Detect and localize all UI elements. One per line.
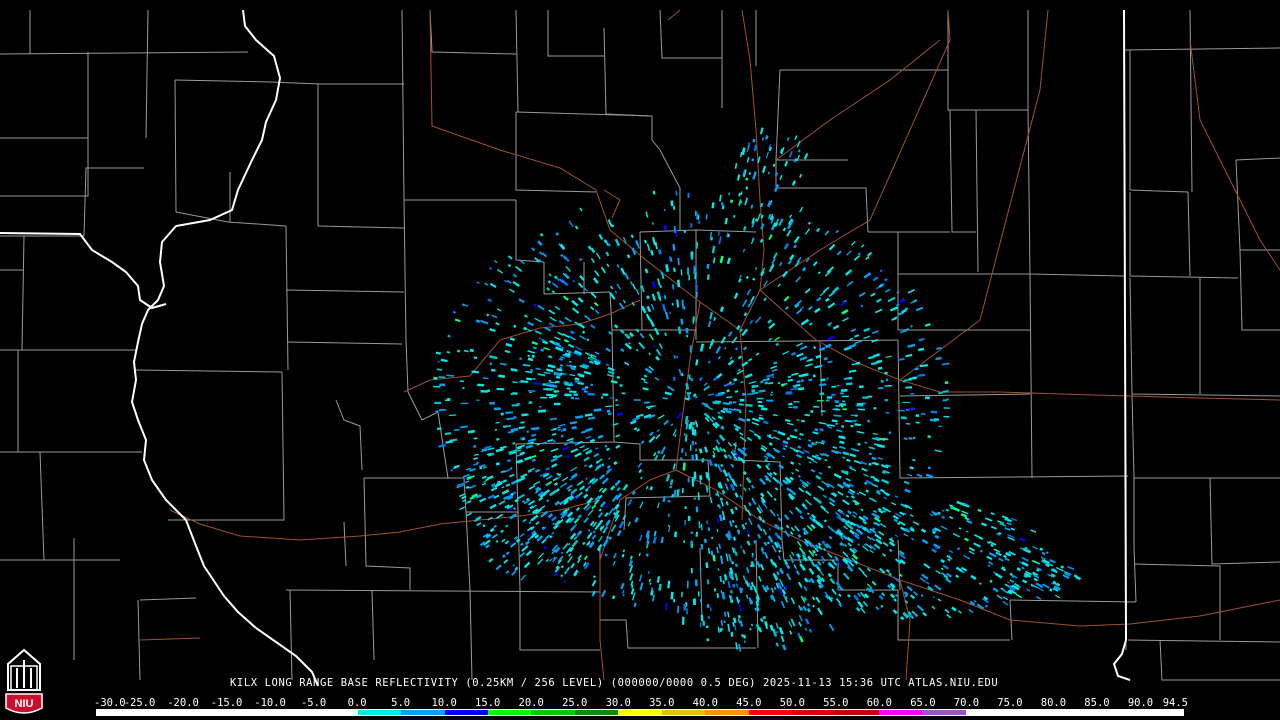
scale-tick-label: 25.0 [562, 697, 588, 709]
logo-text: NIU [15, 698, 34, 710]
scale-segment [227, 710, 271, 715]
scale-tick-label: 90.0 [1127, 697, 1154, 709]
scale-tick-label: -10.0 [254, 697, 286, 709]
scale-segment [401, 710, 445, 715]
scale-tick-label: 5.0 [391, 697, 411, 709]
scale-tick-label: -30.0 [94, 697, 126, 709]
scale-tick-label: 75.0 [997, 697, 1023, 709]
scale-segment [1009, 710, 1053, 715]
scale-tick-label: 40.0 [692, 697, 718, 709]
scale-segment [270, 710, 315, 715]
scale-tick-label: 80.0 [1040, 697, 1067, 709]
scale-tick-label: -25.0 [123, 697, 156, 709]
scale-tick-label: 20.0 [518, 697, 544, 709]
scale-tick-label: 85.0 [1084, 697, 1110, 709]
scale-segment [1052, 710, 1097, 715]
scale-segment [965, 710, 1010, 715]
scale-tick-label: -20.0 [167, 697, 199, 709]
scale-segment [618, 710, 662, 715]
scale-tick-label: 94.5 [1162, 697, 1188, 709]
color-scale-labels: -30.0 -25.0 -20.0 -15.0 -10.0 -5.0 0.0 5.0 10.0 1… [94, 697, 1194, 709]
color-scale-bar [96, 709, 1184, 716]
scale-segment [835, 710, 879, 715]
scale-tick-label: 45.0 [736, 697, 762, 709]
scale-tick-label: -5.0 [300, 697, 327, 709]
scale-tick-label: 55.0 [823, 697, 849, 709]
scale-segment [792, 710, 836, 715]
scale-segment [183, 710, 228, 715]
radar-map[interactable] [0, 0, 1280, 720]
scale-segment [661, 710, 706, 715]
scale-segment [1139, 710, 1183, 715]
scale-segment [1096, 710, 1140, 715]
scale-tick-label: 10.0 [431, 697, 457, 709]
scale-segment [487, 710, 532, 715]
scale-segment [922, 710, 966, 715]
scale-segment [444, 710, 488, 715]
scale-tick-label: 65.0 [910, 697, 936, 709]
scale-segment [140, 710, 184, 715]
product-title: KILX LONG RANGE BASE REFLECTIVITY (0.25K… [230, 677, 999, 689]
scale-segment [878, 710, 923, 715]
scale-segment [531, 710, 575, 715]
scale-segment [97, 710, 141, 715]
scale-tick-label: 70.0 [953, 697, 980, 709]
scale-segment [748, 710, 792, 715]
scale-segment [705, 710, 749, 715]
scale-tick-label: 60.0 [866, 697, 893, 709]
scale-tick-label: 15.0 [475, 697, 501, 709]
scale-segment [574, 710, 619, 715]
state-boundaries [0, 9, 1131, 687]
scale-segment [314, 710, 358, 715]
scale-tick-label: 35.0 [649, 697, 675, 709]
scale-segment [357, 710, 402, 715]
radar-viewer: NIU KILX LONG RANGE BASE REFLECTIVITY (0… [0, 0, 1280, 720]
scale-tick-label: -15.0 [210, 697, 243, 709]
scale-tick-label: 0.0 [347, 697, 367, 709]
niu-logo-icon: NIU [5, 648, 43, 714]
scale-tick-label: 30.0 [605, 697, 631, 709]
scale-tick-label: 50.0 [779, 697, 805, 709]
